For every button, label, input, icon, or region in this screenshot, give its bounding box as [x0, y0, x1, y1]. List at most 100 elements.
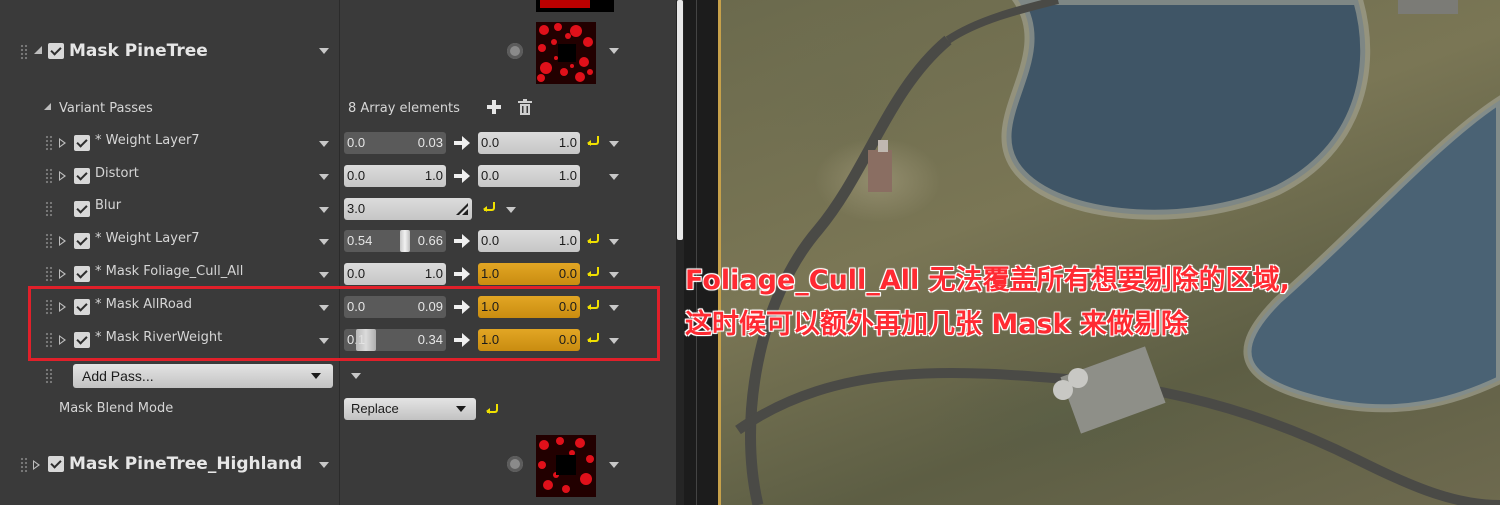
variant-passes-label: Variant Passes: [59, 101, 153, 116]
output-range-max: 1.0: [558, 135, 577, 150]
pass-value-dropdown[interactable]: [609, 272, 619, 278]
arrow-right-icon: [454, 234, 470, 248]
drag-handle-icon[interactable]: [45, 368, 53, 384]
variant-passes-collapse-icon[interactable]: [44, 103, 51, 110]
input-range-max: 1.0: [424, 168, 443, 183]
mask-thumbnail[interactable]: [536, 435, 596, 497]
output-range-max: 0.0: [558, 266, 577, 281]
reset-texture-button[interactable]: [507, 43, 523, 59]
input-range-min: 0.0: [347, 266, 366, 281]
output-range-field[interactable]: 0.0 1.0: [478, 132, 580, 154]
pass-enabled-checkbox[interactable]: [74, 201, 90, 217]
reset-arrow-icon[interactable]: [587, 136, 599, 146]
plus-icon[interactable]: [487, 100, 501, 118]
pass-value-dropdown[interactable]: [609, 239, 619, 245]
mask-thumbnail[interactable]: [536, 22, 596, 84]
blur-value-field[interactable]: 3.0: [344, 198, 472, 220]
layer-title: Mask PineTree_Highland: [69, 454, 303, 474]
pass-label: Distort: [95, 166, 139, 181]
layer-enabled-checkbox[interactable]: [48, 43, 64, 59]
input-range-field[interactable]: 0.54 0.66: [344, 230, 446, 252]
drag-handle-icon[interactable]: [45, 233, 53, 249]
output-range-max: 1.0: [558, 233, 577, 248]
input-range-field[interactable]: 0.0 0.03: [344, 132, 446, 154]
add-pass-combo[interactable]: Add Pass...: [73, 364, 333, 388]
array-count: 8 Array elements: [348, 101, 460, 116]
add-pass-label: Add Pass...: [82, 368, 154, 384]
pass-value-dropdown[interactable]: [609, 141, 619, 147]
reset-arrow-icon[interactable]: [483, 202, 495, 212]
drag-handle-icon[interactable]: [20, 44, 28, 60]
terrain-render: [735, 0, 1500, 505]
pass-options-dropdown[interactable]: [319, 239, 329, 245]
pass-enabled-checkbox[interactable]: [74, 168, 90, 184]
pass-label: Blur: [95, 198, 122, 213]
drag-handle-icon[interactable]: [45, 168, 53, 184]
scrollbar-thumb[interactable]: [677, 0, 683, 240]
pass-label: * Weight Layer7: [95, 133, 200, 148]
pass-value-dropdown[interactable]: [609, 174, 619, 180]
expand-arrow-icon[interactable]: [59, 138, 66, 148]
chevron-down-icon: [456, 406, 466, 412]
output-range-min: 1.0: [481, 266, 500, 281]
chevron-down-icon: [311, 373, 321, 379]
blend-mode-label: Mask Blend Mode: [59, 401, 174, 416]
output-range-field[interactable]: 0.0 1.0: [478, 230, 580, 252]
drag-handle-icon[interactable]: [20, 457, 28, 473]
input-range-field[interactable]: 0.0 1.0: [344, 263, 446, 285]
pass-value-dropdown[interactable]: [506, 207, 516, 213]
trash-icon[interactable]: [518, 99, 532, 119]
splitter-line: [696, 0, 697, 505]
splitter[interactable]: [684, 0, 718, 505]
range-slider-handle[interactable]: [400, 230, 410, 252]
details-panel: Mask PineTree Variant Passes 8 Array ele…: [0, 0, 680, 505]
blur-value: 3.0: [347, 201, 366, 216]
add-pass-options-dropdown[interactable]: [351, 373, 361, 379]
pass-options-dropdown[interactable]: [319, 272, 329, 278]
output-range-field[interactable]: 0.0 1.0: [478, 165, 580, 187]
arrow-right-icon: [454, 267, 470, 281]
arrow-right-icon: [454, 169, 470, 183]
map-viewport[interactable]: [718, 0, 1500, 505]
reset-arrow-icon[interactable]: [486, 404, 498, 414]
input-range-max: 1.0: [424, 266, 443, 281]
texture-options-dropdown[interactable]: [609, 48, 619, 54]
input-range-max: 0.03: [417, 135, 443, 150]
pass-options-dropdown[interactable]: [319, 174, 329, 180]
reset-texture-button[interactable]: [507, 456, 523, 472]
pass-enabled-checkbox[interactable]: [74, 135, 90, 151]
drag-handle-icon[interactable]: [45, 266, 53, 282]
output-range-min: 0.0: [481, 233, 500, 248]
input-range-max: 0.66: [417, 233, 443, 248]
layer-title: Mask PineTree: [69, 41, 208, 61]
annotation-line-1: Foliage_Cull_All 无法覆盖所有想要剔除的区域,: [685, 265, 1290, 296]
expand-arrow-icon[interactable]: [59, 236, 66, 246]
input-range-field[interactable]: 0.0 1.0: [344, 165, 446, 187]
reset-arrow-icon[interactable]: [587, 234, 599, 244]
resize-handle-icon[interactable]: [456, 203, 468, 215]
output-range-min: 0.0: [481, 168, 500, 183]
expand-arrow-icon[interactable]: [59, 171, 66, 181]
blend-mode-select[interactable]: Replace: [344, 398, 476, 420]
texture-options-dropdown[interactable]: [609, 462, 619, 468]
pass-label: * Weight Layer7: [95, 231, 200, 246]
input-range-min: 0.0: [347, 168, 366, 183]
drag-handle-icon[interactable]: [45, 135, 53, 151]
reset-arrow-icon[interactable]: [587, 267, 599, 277]
output-range-min: 0.0: [481, 135, 500, 150]
annotation-line-2: 这时候可以额外再加几张 Mask 来做剔除: [685, 309, 1188, 340]
layer-enabled-checkbox[interactable]: [48, 456, 64, 472]
pass-label: * Mask Foliage_Cull_All: [95, 264, 244, 279]
layer-options-dropdown[interactable]: [319, 48, 329, 54]
pass-enabled-checkbox[interactable]: [74, 233, 90, 249]
pass-options-dropdown[interactable]: [319, 207, 329, 213]
pass-options-dropdown[interactable]: [319, 141, 329, 147]
layer-options-dropdown[interactable]: [319, 462, 329, 468]
collapse-arrow-icon[interactable]: [34, 46, 42, 54]
pass-enabled-checkbox[interactable]: [74, 266, 90, 282]
mask-thumbnail-prev: [536, 0, 614, 12]
expand-arrow-icon[interactable]: [59, 269, 66, 279]
expand-arrow-icon[interactable]: [33, 460, 40, 470]
drag-handle-icon[interactable]: [45, 201, 53, 217]
output-range-field[interactable]: 1.0 0.0: [478, 263, 580, 285]
